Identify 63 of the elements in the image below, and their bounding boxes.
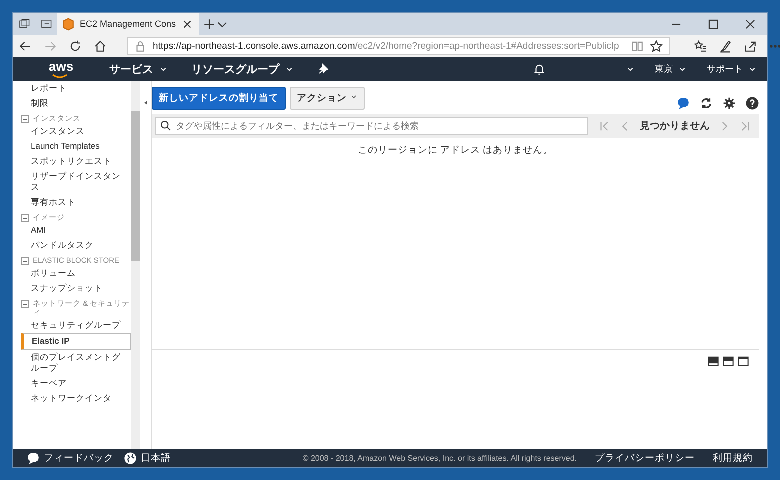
sidebar-item[interactable]: スナップショット	[21, 281, 131, 296]
feedback-link[interactable]: フィードバック	[27, 452, 114, 464]
collapse-icon[interactable]	[21, 214, 29, 222]
sidebar-item[interactable]: 個のプレイスメントグループ	[21, 350, 131, 376]
actions-button[interactable]: アクション	[290, 87, 365, 110]
layout-top-icon[interactable]	[738, 356, 749, 367]
support-menu[interactable]: サポート	[707, 62, 757, 76]
nav-menu[interactable]: リソースグループ	[192, 62, 294, 76]
sidebar-item[interactable]: AMI	[21, 223, 131, 238]
layout-bottom-icon[interactable]	[708, 356, 719, 367]
sidebar-item[interactable]: 専有ホスト	[21, 195, 131, 210]
sidebar-item[interactable]: ネットワークインタ	[21, 391, 131, 406]
copyright-text: © 2008 - 2018, Amazon Web Services, Inc. or its affiliates. All rights reserved.	[302, 454, 577, 462]
nav-menu[interactable]: サービス	[110, 62, 168, 76]
browser-tab[interactable]: EC2 Management Cons	[57, 13, 200, 35]
pen-icon[interactable]	[719, 40, 732, 52]
sidebar-item[interactable]: キーペア	[21, 376, 131, 391]
collapse-icon[interactable]	[21, 257, 29, 265]
tab-actions-icon[interactable]	[19, 19, 31, 29]
sidebar-item[interactable]: リザーブドインスタンス	[21, 169, 131, 195]
bell-icon[interactable]	[533, 62, 546, 76]
result-count: 見つかりません	[640, 120, 710, 133]
sidebar-item[interactable]: インスタンス	[21, 124, 131, 139]
settings-icon[interactable]	[723, 97, 736, 110]
refresh-icon[interactable]	[69, 40, 82, 52]
tab-aside-icon[interactable]	[41, 19, 53, 29]
speech-bubble-icon	[27, 452, 40, 464]
sidebar-item[interactable]: レポート	[21, 81, 131, 96]
star-icon[interactable]	[650, 40, 664, 52]
allocate-button[interactable]: 新しいアドレスの割り当て	[152, 87, 286, 110]
back-icon[interactable]	[19, 40, 32, 52]
footer-link[interactable]: プライバシーポリシー	[595, 452, 695, 464]
refresh-icon[interactable]	[700, 97, 713, 110]
book-icon[interactable]	[631, 40, 644, 52]
language-selector[interactable]: 日本語	[124, 452, 171, 464]
search-field[interactable]: タグや属性によるフィルター、またはキーワードによる検索	[155, 117, 588, 135]
url-text: https://ap-northeast-1.console.aws.amazon.com/ec2/v2/home?region=ap-northeast-1#Addresses:sort=PublicIp	[153, 40, 620, 52]
layout-split-icon[interactable]	[723, 356, 734, 367]
home-icon[interactable]	[94, 40, 107, 52]
sidebar-item[interactable]: セキュリティグループ	[21, 318, 131, 333]
scrollbar[interactable]	[131, 81, 140, 449]
close-icon[interactable]	[744, 18, 757, 30]
chat-icon[interactable]	[677, 97, 690, 110]
footer-link[interactable]: 利用規約	[713, 452, 753, 464]
lock-icon	[134, 40, 147, 52]
favorites-icon[interactable]	[694, 40, 708, 52]
sidebar-item[interactable]: ボリューム	[21, 266, 131, 281]
collapse-icon[interactable]	[21, 115, 29, 123]
pin-icon[interactable]	[318, 62, 331, 76]
maximize-icon[interactable]	[707, 18, 720, 30]
empty-message: このリージョンに アドレス はありません。	[356, 144, 554, 158]
sidebar-item[interactable]: Launch Templates	[21, 139, 131, 154]
share-icon[interactable]	[744, 40, 758, 52]
region-menu[interactable]: 東京	[655, 62, 687, 76]
new-tab-icon[interactable]	[203, 18, 216, 30]
sidebar-item[interactable]: バンドルタスク	[21, 238, 131, 253]
sidebar-item[interactable]: スポットリクエスト	[21, 154, 131, 169]
help-icon[interactable]	[746, 97, 759, 110]
collapse-icon[interactable]	[21, 300, 29, 308]
aws-logo[interactable]: aws	[49, 60, 74, 78]
caret-icon	[350, 93, 358, 101]
address-field[interactable]: https://ap-northeast-1.console.aws.amazon.com/ec2/v2/home?region=ap-northeast-1#Addresses:sort=PublicIp	[127, 37, 670, 55]
sidebar-item[interactable]: 制限	[21, 96, 131, 111]
